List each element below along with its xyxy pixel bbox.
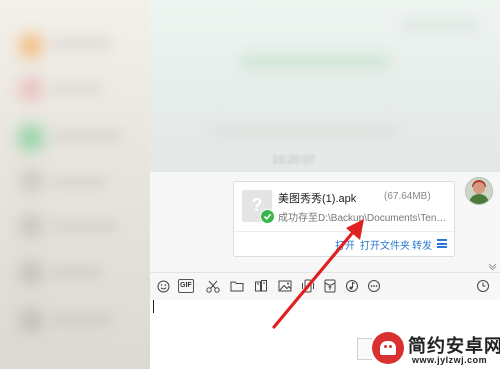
annotation-arrow xyxy=(272,219,364,329)
watermark-url: www.jylzwj.com xyxy=(412,355,488,365)
android-logo-icon xyxy=(372,332,404,364)
android-robot-shape xyxy=(380,341,396,355)
arrow-shaft xyxy=(272,229,356,329)
site-watermark: 简约安卓网 www.jylzwj.com xyxy=(372,328,500,369)
